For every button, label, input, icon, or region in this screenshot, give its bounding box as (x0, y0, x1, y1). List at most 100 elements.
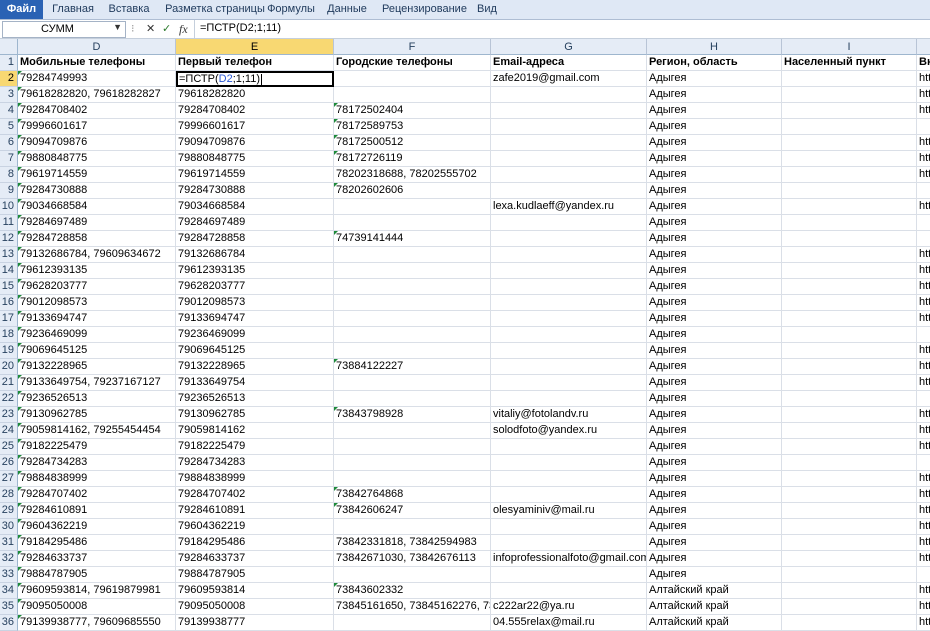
grid-cell[interactable] (491, 567, 647, 583)
grid-cell[interactable]: 79034668584 (18, 199, 176, 215)
grid-cell[interactable] (782, 135, 917, 151)
grid-cell[interactable]: htt (917, 279, 930, 295)
grid-cell[interactable] (334, 519, 491, 535)
grid-cell[interactable]: Адыгея (647, 247, 782, 263)
grid-cell[interactable]: Адыгея (647, 535, 782, 551)
tab-review[interactable]: Рецензирование (382, 0, 467, 19)
row-header[interactable]: 26 (0, 455, 18, 471)
grid-cell[interactable]: 79133649754 (176, 375, 334, 391)
grid-cell[interactable] (491, 119, 647, 135)
grid-cell[interactable]: 73842764868 (334, 487, 491, 503)
grid-cell[interactable]: 79069645125 (176, 343, 334, 359)
grid-cell[interactable] (491, 87, 647, 103)
column-header-h[interactable]: H (647, 39, 782, 55)
grid-cell[interactable]: 79284697489 (176, 215, 334, 231)
grid-cell[interactable]: 79609593814 (176, 583, 334, 599)
grid-cell[interactable]: 78172589753 (334, 119, 491, 135)
grid-cell[interactable]: c222ar22@ya.ru (491, 599, 647, 615)
grid-cell[interactable]: 79604362219 (18, 519, 176, 535)
grid-cell[interactable]: htt (917, 151, 930, 167)
grid-cell[interactable]: 78202318688, 78202555702 (334, 167, 491, 183)
column-title-cell[interactable]: Первый телефон (176, 55, 334, 71)
grid-cell[interactable] (782, 599, 917, 615)
grid-cell[interactable]: htt (917, 263, 930, 279)
grid-cell[interactable]: htt (917, 615, 930, 631)
grid-cell[interactable] (782, 327, 917, 343)
tab-file[interactable]: Файл (0, 0, 43, 19)
grid-cell[interactable] (491, 247, 647, 263)
column-title-cell[interactable]: Email-адреса (491, 55, 647, 71)
grid-cell[interactable] (491, 263, 647, 279)
grid-cell[interactable]: Адыгея (647, 199, 782, 215)
grid-cell[interactable] (491, 471, 647, 487)
grid-cell[interactable]: htt (917, 519, 930, 535)
grid-cell[interactable]: Адыгея (647, 567, 782, 583)
grid-cell[interactable] (782, 215, 917, 231)
grid-cell[interactable]: Адыгея (647, 407, 782, 423)
grid-cell[interactable]: Алтайский край (647, 615, 782, 631)
enter-icon[interactable]: ✓ (162, 22, 171, 35)
grid-cell[interactable]: 79604362219 (176, 519, 334, 535)
grid-cell[interactable]: 04.555relax@mail.ru (491, 615, 647, 631)
grid-cell[interactable]: 73884122227 (334, 359, 491, 375)
grid-cell[interactable] (334, 295, 491, 311)
row-header[interactable]: 12 (0, 231, 18, 247)
grid-cell[interactable]: htt (917, 87, 930, 103)
grid-cell[interactable]: htt (917, 535, 930, 551)
grid-cell[interactable]: Адыгея (647, 151, 782, 167)
grid-cell[interactable]: 79284610891 (18, 503, 176, 519)
grid-cell[interactable]: Алтайский край (647, 583, 782, 599)
grid-cell[interactable] (334, 215, 491, 231)
grid-cell[interactable]: 79184295486 (176, 535, 334, 551)
grid-cell[interactable]: 79034668584 (176, 199, 334, 215)
grid-cell[interactable] (782, 231, 917, 247)
grid-cell[interactable]: 79133649754, 79237167127 (18, 375, 176, 391)
grid-cell[interactable]: Адыгея (647, 375, 782, 391)
grid-cell[interactable] (334, 247, 491, 263)
row-header[interactable]: 4 (0, 103, 18, 119)
grid-cell[interactable]: Адыгея (647, 551, 782, 567)
row-header[interactable]: 10 (0, 199, 18, 215)
grid-cell[interactable]: 79132686784, 79609634672 (18, 247, 176, 263)
grid-cell[interactable]: 79628203777 (18, 279, 176, 295)
tab-insert[interactable]: Вставка (104, 0, 154, 19)
grid-cell[interactable] (334, 375, 491, 391)
grid-cell[interactable] (491, 487, 647, 503)
grid-cell[interactable]: Адыгея (647, 231, 782, 247)
column-header-i[interactable]: I (782, 39, 917, 55)
grid-cell[interactable] (334, 615, 491, 631)
grid-cell[interactable] (917, 183, 930, 199)
grid-cell[interactable] (782, 311, 917, 327)
grid-cell[interactable]: htt (917, 247, 930, 263)
grid-cell[interactable]: htt (917, 375, 930, 391)
row-header[interactable]: 29 (0, 503, 18, 519)
grid-cell[interactable]: 79284610891 (176, 503, 334, 519)
grid-cell[interactable] (917, 215, 930, 231)
column-title-cell[interactable]: Городские телефоны (334, 55, 491, 71)
grid-cell[interactable]: infoprofessionalfoto@gmail.com (491, 551, 647, 567)
row-header[interactable]: 23 (0, 407, 18, 423)
grid-cell[interactable]: 79618282820, 79618282827 (18, 87, 176, 103)
grid-cell[interactable]: 78202602606 (334, 183, 491, 199)
row-header[interactable]: 20 (0, 359, 18, 375)
tab-page-layout[interactable]: Разметка страницы (160, 0, 270, 19)
grid-cell[interactable] (782, 151, 917, 167)
grid-cell[interactable]: Адыгея (647, 263, 782, 279)
grid-cell[interactable]: 79612393135 (18, 263, 176, 279)
grid-cell[interactable]: 79284707402 (18, 487, 176, 503)
grid-cell[interactable]: Адыгея (647, 103, 782, 119)
grid-cell[interactable]: lexa.kudlaeff@yandex.ru (491, 199, 647, 215)
column-header-f[interactable]: F (334, 39, 491, 55)
row-header[interactable]: 9 (0, 183, 18, 199)
grid-cell[interactable]: 79095050008 (18, 599, 176, 615)
grid-cell[interactable]: htt (917, 199, 930, 215)
grid-cell[interactable] (782, 359, 917, 375)
grid-cell[interactable] (334, 311, 491, 327)
row-header[interactable]: 19 (0, 343, 18, 359)
grid-cell[interactable]: 79012098573 (18, 295, 176, 311)
grid-cell[interactable]: 79132228965 (18, 359, 176, 375)
tab-view[interactable]: Вид (473, 0, 501, 19)
select-all-corner[interactable] (0, 39, 18, 55)
row-header[interactable]: 13 (0, 247, 18, 263)
row-header[interactable]: 24 (0, 423, 18, 439)
